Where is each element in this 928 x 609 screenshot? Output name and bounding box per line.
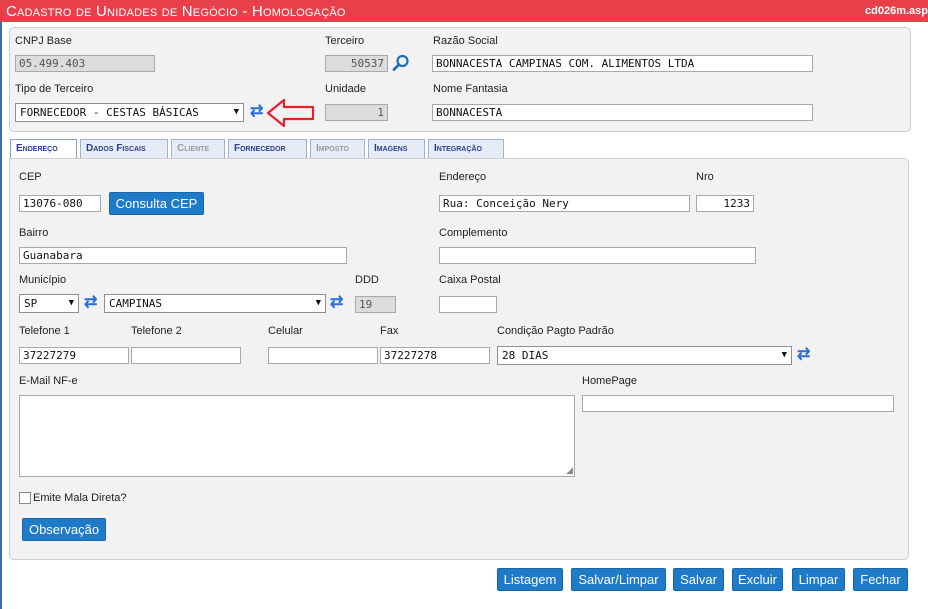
page-title: Cadastro de Unidades de Negócio - Homolo…	[6, 3, 346, 20]
cep-field[interactable]: 13076-080	[19, 195, 101, 212]
chevron-down-icon: ▼	[233, 107, 239, 117]
nome-fantasia-label: Nome Fantasia	[433, 83, 508, 95]
celular-label: Celular	[268, 325, 303, 337]
chevron-down-icon: ▼	[315, 298, 321, 308]
search-icon[interactable]	[392, 54, 410, 72]
refresh-icon[interactable]: ⇄	[330, 295, 343, 311]
cnpj-base-label: CNPJ Base	[15, 35, 72, 47]
caixa-postal-field[interactable]	[439, 296, 497, 313]
limpar-button[interactable]: Limpar	[792, 568, 845, 591]
celular-field[interactable]	[268, 347, 378, 364]
bairro-label: Bairro	[19, 227, 49, 239]
nro-field[interactable]: 1233	[696, 195, 754, 212]
terceiro-label: Terceiro	[325, 35, 365, 47]
condicao-pagto-label: Condição Pagto Padrão	[497, 325, 614, 337]
tab-fornecedor[interactable]: Fornecedor	[228, 139, 307, 158]
homepage-label: HomePage	[582, 375, 638, 387]
unidade-field[interactable]: 1	[325, 104, 388, 121]
title-bar: Cadastro de Unidades de Negócio - Homolo…	[0, 0, 928, 22]
condicao-pagto-value: 28 DIAS	[502, 349, 549, 362]
telefone1-field[interactable]: 37227279	[19, 347, 129, 364]
uf-value: SP	[24, 297, 38, 310]
chevron-down-icon: ▼	[781, 350, 787, 360]
telefone1-label: Telefone 1	[19, 325, 70, 337]
refresh-icon[interactable]: ⇄	[797, 347, 810, 363]
ddd-field[interactable]: 19	[355, 296, 396, 313]
unidade-label: Unidade	[325, 83, 366, 95]
tab-imagens[interactable]: Imagens	[368, 139, 425, 158]
left-border	[0, 22, 2, 609]
tab-imposto[interactable]: Imposto	[310, 139, 365, 158]
tipo-terceiro-select[interactable]: FORNECEDOR - CESTAS BÁSICAS ▼	[15, 103, 244, 122]
consulta-cep-button[interactable]: Consulta CEP	[109, 192, 204, 215]
tab-cliente[interactable]: Cliente	[171, 139, 225, 158]
observacao-button[interactable]: Observação	[22, 518, 106, 541]
listagem-button[interactable]: Listagem	[497, 568, 563, 591]
excluir-button[interactable]: Excluir	[732, 568, 783, 591]
nome-fantasia-field[interactable]: BONNACESTA	[432, 104, 813, 121]
salvar-limpar-button[interactable]: Salvar/Limpar	[571, 568, 666, 591]
email-nfe-textarea[interactable]: ◢	[19, 395, 575, 477]
mala-direta-label: Emite Mala Direta?	[33, 492, 127, 504]
mala-direta-checkbox[interactable]	[19, 492, 31, 504]
resize-grip-icon[interactable]: ◢	[566, 465, 573, 476]
tab-endereco[interactable]: Endereço	[10, 139, 77, 159]
razao-social-label: Razão Social	[433, 35, 498, 47]
arrow-annotation-icon	[266, 98, 315, 128]
tipo-terceiro-value: FORNECEDOR - CESTAS BÁSICAS	[20, 106, 199, 119]
complemento-field[interactable]	[439, 247, 756, 264]
telefone2-label: Telefone 2	[131, 325, 182, 337]
bairro-field[interactable]: Guanabara	[19, 247, 347, 264]
tipo-terceiro-label: Tipo de Terceiro	[15, 83, 94, 95]
cidade-value: CAMPINAS	[109, 297, 162, 310]
chevron-down-icon: ▼	[68, 298, 74, 308]
terceiro-field[interactable]: 50537	[325, 55, 388, 72]
razao-social-field[interactable]: BONNACESTA CAMPINAS COM. ALIMENTOS LTDA	[432, 55, 813, 72]
nro-label: Nro	[696, 171, 714, 183]
refresh-icon[interactable]: ⇄	[250, 104, 263, 120]
email-nfe-label: E-Mail NF-e	[19, 375, 78, 387]
endereco-label: Endereço	[439, 171, 487, 183]
tab-integracao[interactable]: Integração	[428, 139, 504, 158]
uf-select[interactable]: SP ▼	[19, 294, 79, 313]
fechar-button[interactable]: Fechar	[853, 568, 908, 591]
complemento-label: Complemento	[439, 227, 508, 239]
ddd-label: DDD	[355, 274, 379, 286]
endereco-field[interactable]: Rua: Conceição Nery	[439, 195, 690, 212]
municipio-label: Município	[19, 274, 67, 286]
telefone2-field[interactable]	[131, 347, 241, 364]
cep-label: CEP	[19, 171, 42, 183]
fax-label: Fax	[380, 325, 399, 337]
fax-field[interactable]: 37227278	[380, 347, 490, 364]
condicao-pagto-select[interactable]: 28 DIAS ▼	[497, 346, 792, 365]
caixa-postal-label: Caixa Postal	[439, 274, 501, 286]
page-filename: cd026m.asp	[865, 5, 928, 17]
cnpj-base-field[interactable]: 05.499.403	[15, 55, 155, 72]
salvar-button[interactable]: Salvar	[673, 568, 724, 591]
refresh-icon[interactable]: ⇄	[84, 295, 97, 311]
homepage-field[interactable]	[582, 395, 894, 412]
cidade-select[interactable]: CAMPINAS ▼	[104, 294, 326, 313]
tab-dados-fiscais[interactable]: Dados Fiscais	[80, 139, 168, 158]
